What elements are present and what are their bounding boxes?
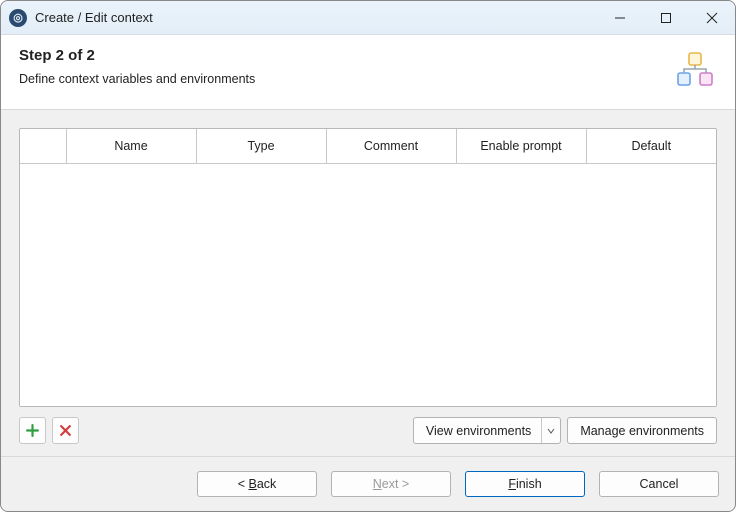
plus-icon [26,424,39,437]
cancel-label: Cancel [640,477,679,491]
view-environments-dropdown[interactable] [541,418,559,443]
wizard-footer: < Back Next > Finish Cancel [1,457,735,511]
finish-button[interactable]: Finish [465,471,585,497]
close-button[interactable] [689,1,735,35]
manage-environments-label: Manage environments [580,424,704,438]
x-icon [59,424,72,437]
add-button[interactable] [19,417,46,444]
step-subtitle: Define context variables and environment… [19,72,673,86]
table-header-row: Name Type Comment Enable prompt Default [20,129,716,164]
col-header-enable-prompt[interactable]: Enable prompt [456,129,586,164]
table-toolbar: View environments Manage environments [19,417,717,444]
wizard-icon [673,49,717,93]
col-header-type[interactable]: Type [196,129,326,164]
back-button[interactable]: < Back [197,471,317,497]
chevron-down-icon [547,427,555,435]
table-body-empty[interactable] [20,164,716,406]
cancel-button[interactable]: Cancel [599,471,719,497]
col-header-checkbox[interactable] [20,129,66,164]
variables-table[interactable]: Name Type Comment Enable prompt Default [19,128,717,407]
wizard-banner: Step 2 of 2 Define context variables and… [1,35,735,110]
view-environments-button[interactable]: View environments [413,417,561,444]
minimize-button[interactable] [597,1,643,35]
minimize-icon [614,12,626,24]
app-icon: ◎ [9,9,27,27]
body-area: Name Type Comment Enable prompt Default … [1,110,735,457]
maximize-icon [660,12,672,24]
col-header-comment[interactable]: Comment [326,129,456,164]
step-title: Step 2 of 2 [19,47,673,64]
view-environments-label: View environments [426,424,531,438]
titlebar: ◎ Create / Edit context [1,1,735,35]
col-header-default[interactable]: Default [586,129,716,164]
close-icon [706,12,718,24]
col-header-name[interactable]: Name [66,129,196,164]
manage-environments-button[interactable]: Manage environments [567,417,717,444]
next-button: Next > [331,471,451,497]
remove-button[interactable] [52,417,79,444]
window-title: Create / Edit context [35,10,153,25]
maximize-button[interactable] [643,1,689,35]
